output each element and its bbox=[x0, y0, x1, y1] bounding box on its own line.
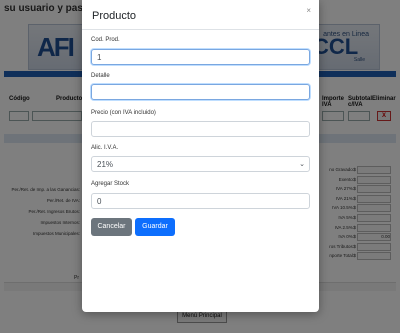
alic-iva-label: Alic. I.V.A. bbox=[91, 145, 119, 151]
save-button[interactable]: Guardar bbox=[135, 218, 175, 236]
producto-modal: Producto × Cod. Prod. 1 Detalle Precio (… bbox=[82, 0, 319, 312]
stock-label: Agregar Stock bbox=[91, 181, 130, 187]
modal-title: Producto bbox=[92, 10, 137, 22]
modal-divider bbox=[82, 29, 319, 30]
cod-prod-label: Cod. Prod. bbox=[91, 37, 120, 43]
stock-input[interactable]: 0 bbox=[91, 193, 310, 209]
alic-iva-selected: 21% bbox=[97, 160, 114, 169]
cod-prod-input[interactable]: 1 bbox=[91, 49, 310, 65]
close-icon[interactable]: × bbox=[306, 6, 311, 15]
precio-input[interactable] bbox=[91, 121, 310, 137]
detalle-label: Detalle bbox=[91, 73, 110, 79]
chevron-down-icon: ⌄ bbox=[299, 161, 305, 168]
cancel-button[interactable]: Cancelar bbox=[91, 218, 132, 236]
alic-iva-select[interactable]: 21% ⌄ bbox=[91, 156, 310, 172]
detalle-input[interactable] bbox=[91, 84, 310, 100]
precio-label: Precio (con IVA incluido) bbox=[91, 110, 156, 116]
